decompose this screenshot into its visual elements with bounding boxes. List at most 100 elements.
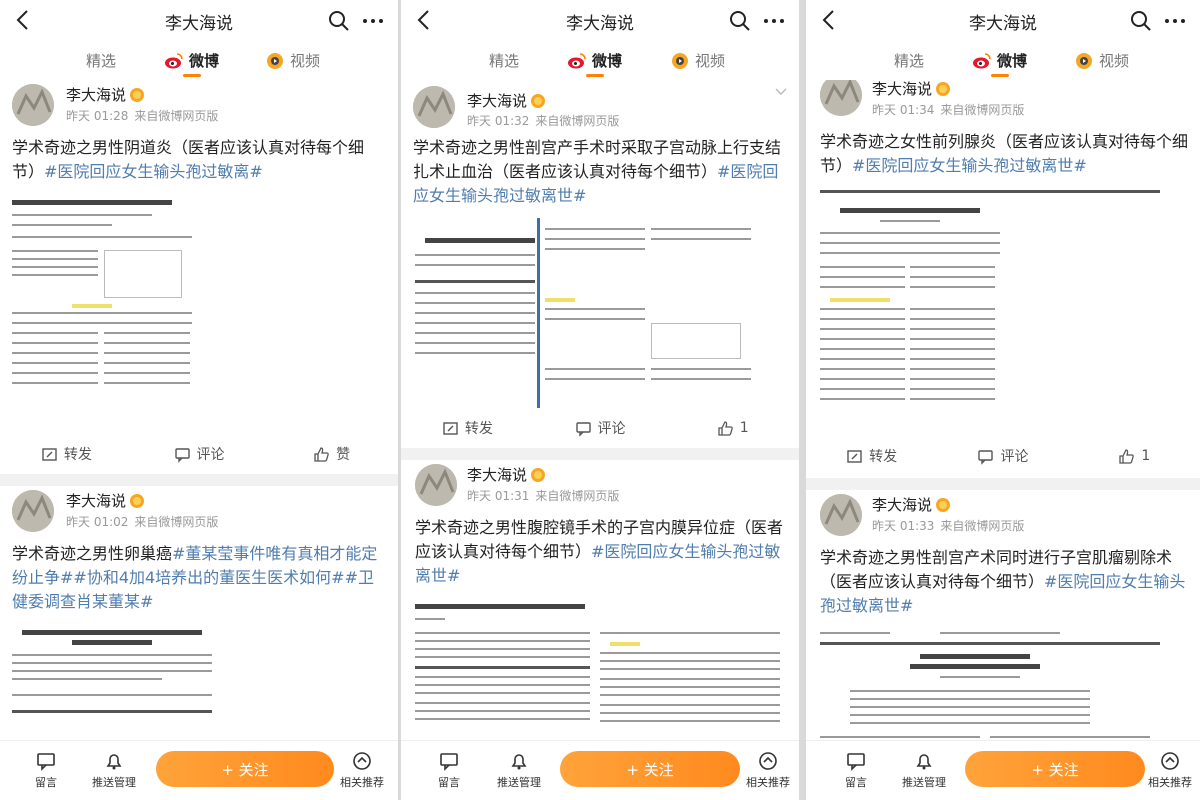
avatar[interactable] (820, 494, 862, 536)
post-card[interactable]: 李大海说 昨天 01:31 来自微博网页版 学术奇迹之男性腹腔镜手术的子宫内膜异位… (401, 460, 799, 740)
post-header: 李大海说 昨天 01:33 来自微博网页版 (806, 490, 1200, 546)
related-button[interactable]: 相关推荐 (738, 751, 798, 790)
post-header: 李大海说 昨天 01:32 来自微博网页版 (401, 80, 799, 136)
push-settings-button[interactable]: 推送管理 (84, 751, 144, 790)
avatar[interactable] (12, 84, 54, 126)
more-icon[interactable] (761, 8, 787, 34)
post-image-document[interactable] (415, 218, 785, 408)
chevron-down-icon[interactable] (775, 88, 787, 96)
search-icon[interactable] (326, 8, 352, 34)
post-card[interactable]: 李大海说 昨天 01:33 来自微博网页版 学术奇迹之男性剖宫产术同时进行子宫肌瘤… (806, 490, 1200, 740)
feed: 李大海说 昨天 01:32 来自微博网页版 学术奇迹之男性剖宫产手术时采取子宫动脉… (401, 80, 799, 740)
tab-featured[interactable]: 精选 (489, 50, 519, 71)
post-actions: 转发 评论 1 (401, 410, 799, 446)
author-name[interactable]: 李大海说 (66, 84, 145, 105)
nav-bar: 李大海说 (806, 0, 1200, 42)
tab-weibo[interactable]: 微博 (972, 50, 1027, 71)
follow-button[interactable]: + 关注 (560, 751, 740, 787)
repost-button[interactable]: 转发 (806, 438, 937, 474)
related-icon (1161, 752, 1179, 770)
active-tab-indicator (991, 74, 1009, 77)
topic-link[interactable]: #医院回应女生输头孢过敏离世# (852, 156, 1087, 175)
post-image-document[interactable] (12, 624, 386, 724)
verified-icon (531, 467, 546, 482)
message-button[interactable]: 留言 (826, 751, 886, 790)
feed: 李大海说 昨天 01:34 来自微博网页版 学术奇迹之女性前列腺炎（医者应该认真对… (806, 80, 1200, 740)
nav-bar: 李大海说 (401, 0, 799, 42)
topic-link[interactable]: #医院回应女生输头孢过敏离# (44, 162, 263, 181)
more-icon[interactable] (1162, 8, 1188, 34)
repost-button[interactable]: 转发 (0, 436, 133, 472)
author-name[interactable]: 李大海说 (467, 464, 546, 485)
weibo-icon (165, 52, 183, 68)
tab-video[interactable]: 视频 (265, 50, 320, 71)
post-image-document[interactable] (820, 188, 1186, 426)
related-button[interactable]: 相关推荐 (332, 751, 392, 790)
more-icon[interactable] (360, 8, 386, 34)
verified-icon (531, 93, 546, 108)
post-card[interactable]: 李大海说 昨天 01:34 来自微博网页版 学术奇迹之女性前列腺炎（医者应该认真对… (806, 80, 1200, 478)
post-meta: 昨天 01:02 来自微博网页版 (66, 515, 219, 529)
tab-weibo[interactable]: 微博 (164, 50, 219, 71)
verified-icon (130, 87, 145, 102)
related-icon (353, 752, 371, 770)
avatar[interactable] (12, 490, 54, 532)
avatar[interactable] (415, 464, 457, 506)
profile-panel-1: 李大海说 精选 微博 视频 李大海说 昨天 01:28 来自微博网页版 学术奇迹之… (0, 0, 398, 800)
avatar[interactable] (413, 86, 455, 128)
follow-button[interactable]: + 关注 (965, 751, 1145, 787)
like-icon (314, 446, 329, 462)
author-name[interactable]: 李大海说 (872, 80, 951, 99)
post-image-document[interactable] (12, 194, 386, 414)
tab-weibo[interactable]: 微博 (567, 50, 622, 71)
like-button[interactable]: 1 (1069, 438, 1200, 474)
post-meta: 昨天 01:28 来自微博网页版 (66, 109, 219, 123)
follow-button[interactable]: + 关注 (156, 751, 334, 787)
post-meta: 昨天 01:34 来自微博网页版 (872, 103, 1025, 117)
push-icon (511, 754, 527, 770)
tab-featured[interactable]: 精选 (894, 50, 924, 71)
verified-icon (936, 81, 951, 96)
related-button[interactable]: 相关推荐 (1140, 751, 1200, 790)
comment-icon (575, 421, 591, 437)
comment-button[interactable]: 评论 (133, 436, 266, 472)
repost-button[interactable]: 转发 (401, 410, 534, 446)
weibo-icon (568, 52, 586, 68)
comment-icon (978, 449, 994, 465)
message-button[interactable]: 留言 (16, 751, 76, 790)
tab-featured[interactable]: 精选 (86, 50, 116, 71)
post-actions: 转发 评论 赞 (0, 436, 398, 472)
comment-button[interactable]: 评论 (937, 438, 1068, 474)
avatar[interactable] (820, 80, 862, 116)
post-meta: 昨天 01:33 来自微博网页版 (872, 519, 1025, 533)
bottom-bar: 留言 推送管理 + 关注 相关推荐 (806, 740, 1200, 800)
author-name[interactable]: 李大海说 (467, 90, 546, 111)
post-card[interactable]: 李大海说 昨天 01:28 来自微博网页版 学术奇迹之男性阴道炎（医者应该认真对待… (0, 80, 398, 474)
comment-button[interactable]: 评论 (534, 410, 667, 446)
feed: 李大海说 昨天 01:28 来自微博网页版 学术奇迹之男性阴道炎（医者应该认真对待… (0, 80, 398, 740)
search-icon[interactable] (727, 8, 753, 34)
push-settings-button[interactable]: 推送管理 (489, 751, 549, 790)
post-card[interactable]: 李大海说 昨天 01:32 来自微博网页版 学术奇迹之男性剖宫产手术时采取子宫动脉… (401, 80, 799, 448)
search-icon[interactable] (1128, 8, 1154, 34)
push-icon (916, 754, 932, 770)
message-icon (37, 753, 55, 771)
like-icon (1119, 448, 1135, 464)
like-button[interactable]: 1 (666, 410, 799, 446)
post-image-document[interactable] (415, 598, 787, 740)
post-header: 李大海说 昨天 01:02 来自微博网页版 (0, 486, 398, 542)
author-name[interactable]: 李大海说 (872, 494, 951, 515)
nav-bar: 李大海说 (0, 0, 398, 42)
bottom-bar: 留言 推送管理 + 关注 相关推荐 (0, 740, 398, 800)
post-text: 学术奇迹之男性腹腔镜手术的子宫内膜异位症（医者应该认真对待每个细节）#医院回应女… (415, 518, 784, 585)
post-header: 李大海说 昨天 01:34 来自微博网页版 (806, 80, 1200, 130)
tab-video[interactable]: 视频 (670, 50, 725, 71)
like-button[interactable]: 赞 (265, 436, 398, 472)
author-name[interactable]: 李大海说 (66, 490, 145, 511)
post-text: 学术奇迹之男性剖宫产术同时进行子宫肌瘤剔除术（医者应该认真对待每个细节）#医院回… (820, 548, 1186, 615)
push-settings-button[interactable]: 推送管理 (894, 751, 954, 790)
tab-video[interactable]: 视频 (1074, 50, 1129, 71)
message-button[interactable]: 留言 (419, 751, 479, 790)
post-image-document[interactable] (820, 628, 1186, 740)
post-card[interactable]: 李大海说 昨天 01:02 来自微博网页版 学术奇迹之男性卵巢癌#董某莹事件唯有真… (0, 486, 398, 740)
